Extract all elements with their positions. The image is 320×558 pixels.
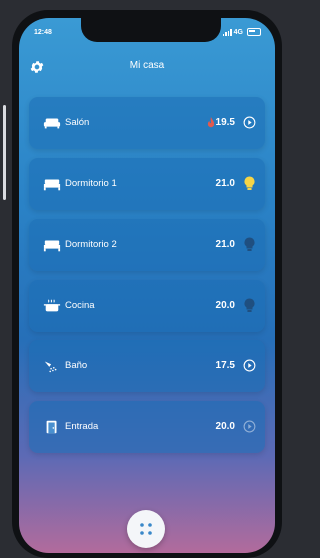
room-card-dormitorio-1[interactable]: Dormitorio 1 21.0 <box>29 158 265 210</box>
notch <box>81 18 221 42</box>
page-title: Mi casa <box>129 60 165 71</box>
room-name: Dormitorio 2 <box>65 239 117 250</box>
app-screen: 12:48 4G Mi casa Salón 19.5 Dormitorio 1… <box>19 18 275 553</box>
room-temperature: 20.0 <box>215 300 235 311</box>
room-card-cocina[interactable]: Cocina 20.0 <box>29 280 265 332</box>
shower-icon <box>44 361 57 373</box>
play-circle-icon[interactable] <box>243 358 256 373</box>
room-card-bano[interactable]: Baño 17.5 <box>29 340 265 392</box>
pot-icon <box>43 299 61 312</box>
room-card-entrada[interactable]: Entrada 20.0 <box>29 401 265 453</box>
menu-fab-button[interactable] <box>127 510 165 548</box>
status-indicators: 4G <box>222 28 261 36</box>
play-circle-icon[interactable] <box>243 115 256 130</box>
door-icon <box>46 420 57 434</box>
status-time: 12:48 <box>34 29 52 36</box>
room-temperature: 20.0 <box>215 421 235 432</box>
room-temperature: 19.5 <box>215 117 235 128</box>
room-temperature: 17.5 <box>215 360 235 371</box>
room-card-salon[interactable]: Salón 19.5 <box>29 97 265 149</box>
flame-icon <box>207 117 215 128</box>
phone-side-button <box>3 105 6 200</box>
bulb-icon[interactable] <box>243 176 256 191</box>
room-name: Entrada <box>65 421 99 432</box>
room-card-dormitorio-2[interactable]: Dormitorio 2 21.0 <box>29 219 265 271</box>
room-name: Cocina <box>65 300 95 311</box>
sofa-icon <box>43 118 61 129</box>
signal-icon <box>222 28 232 36</box>
room-name: Dormitorio 1 <box>65 178 117 189</box>
room-temperature: 21.0 <box>215 178 235 189</box>
bulb-icon[interactable] <box>243 298 256 313</box>
play-circle-icon[interactable] <box>243 419 256 434</box>
grid-dots-icon <box>140 523 152 535</box>
room-name: Salón <box>65 117 90 128</box>
room-temperature: 21.0 <box>215 239 235 250</box>
bed-icon <box>43 179 61 191</box>
network-label: 4G <box>233 28 243 36</box>
bulb-icon[interactable] <box>243 237 256 252</box>
room-name: Baño <box>65 360 88 371</box>
bed-icon <box>43 240 61 252</box>
battery-icon <box>247 28 261 36</box>
